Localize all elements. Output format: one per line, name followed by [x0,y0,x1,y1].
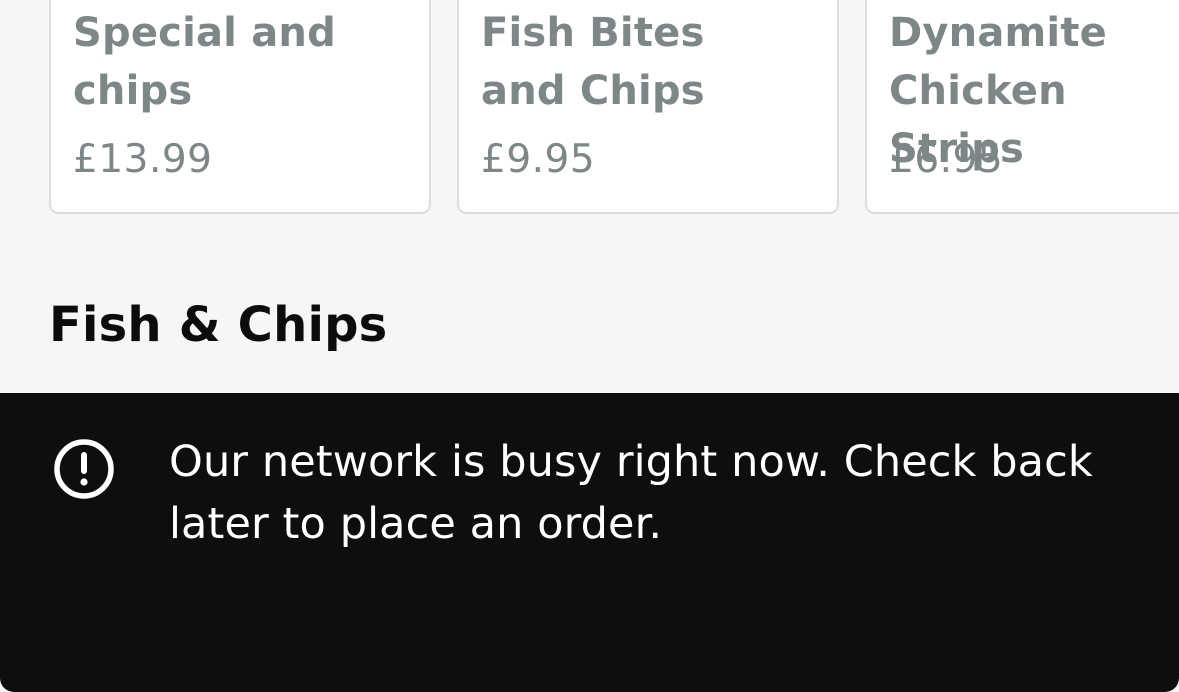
menu-item-price: £13.99 [73,137,213,182]
menu-item-title: Special and chips [73,4,373,120]
menu-item-title: Fish Bites and Chips [481,4,791,120]
menu-item-card[interactable]: Fish Bites and Chips £9.95 [457,0,839,214]
menu-item-title-line: Fish Bites and Chips [481,10,705,114]
menu-item-card[interactable]: Dynamite Chicken Strips £6.95 [865,0,1179,214]
exclamation-circle-icon [54,439,114,499]
menu-item-card[interactable]: Special and chips £13.99 [49,0,431,214]
banner-message: Our network is busy right now. Check bac… [169,437,1093,549]
menu-item-price: £6.95 [889,137,1004,182]
section-title: Fish & Chips [49,297,388,353]
menu-item-price: £9.95 [481,137,596,182]
menu-area: Special and chips £13.99 Fish Bites and … [0,0,1179,393]
menu-item-title-line: Special and chips [73,10,336,114]
